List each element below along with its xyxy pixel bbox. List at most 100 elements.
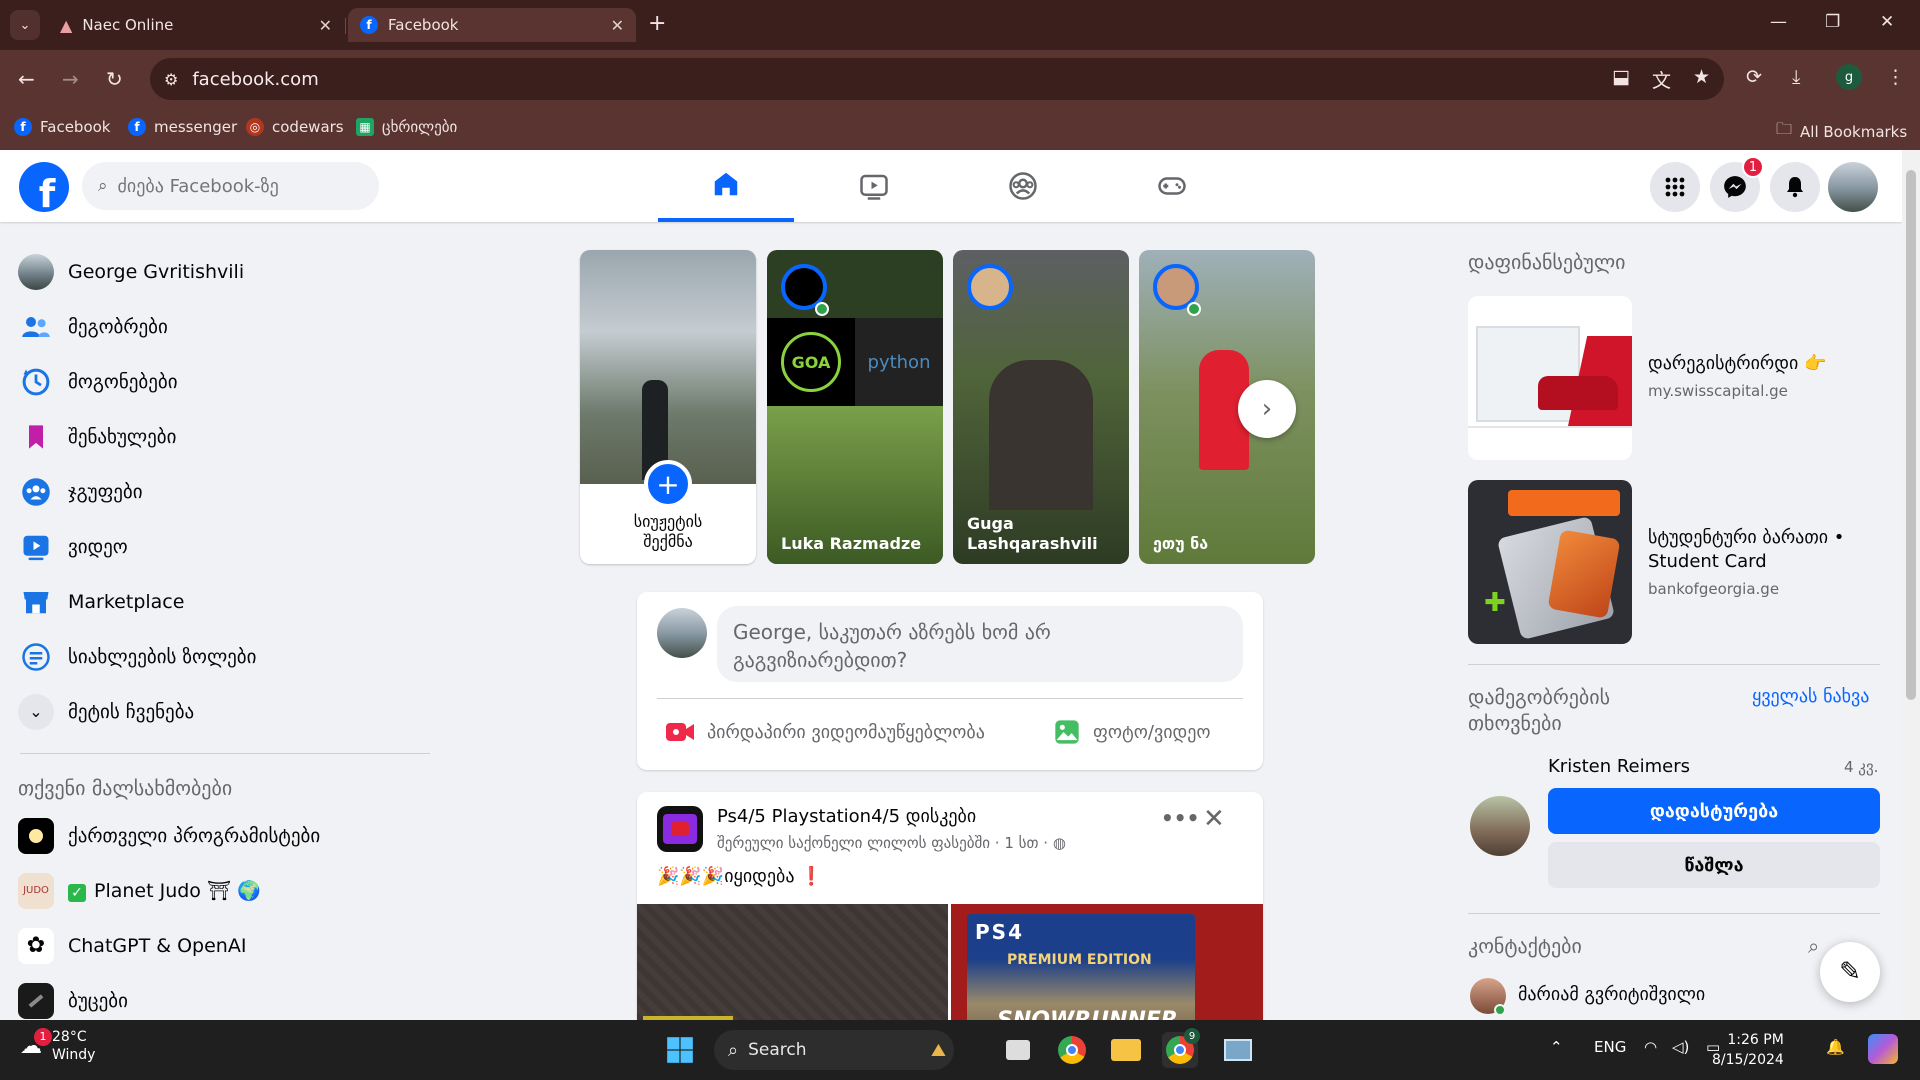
tab-video[interactable] bbox=[806, 150, 942, 222]
app-window-icon[interactable] bbox=[1220, 1032, 1256, 1068]
bell-icon bbox=[1787, 177, 1803, 198]
tab-naec-online[interactable]: ▲ Naec Online ✕ bbox=[48, 8, 344, 42]
sidebar-item-feeds[interactable]: სიახლეების ზოლები bbox=[18, 629, 433, 684]
minimize-icon[interactable]: — bbox=[1770, 12, 1787, 32]
tab-search-button[interactable]: ⌄ bbox=[10, 10, 40, 40]
bookmark-star-icon[interactable]: ★ bbox=[1693, 66, 1710, 93]
notifications-button[interactable] bbox=[1770, 162, 1820, 212]
taskbar-search[interactable]: ⌕ Search ⛰ bbox=[714, 1030, 954, 1070]
tab-home[interactable] bbox=[658, 150, 794, 222]
delete-request-button[interactable]: წაშლა bbox=[1548, 842, 1880, 888]
sidebar-item-see-more[interactable]: ⌄ მეტის ჩვენება bbox=[18, 684, 433, 739]
create-story-card[interactable]: + სიუჟეტის შექმნა bbox=[580, 250, 756, 564]
requester-name[interactable]: Kristen Reimers bbox=[1548, 756, 1690, 777]
start-button[interactable] bbox=[662, 1032, 698, 1068]
close-icon[interactable]: ✕ bbox=[1203, 804, 1225, 834]
sidebar-item-friends[interactable]: მეგობრები bbox=[18, 299, 433, 354]
shortcut-item[interactable]: ✿ ChatGPT & OpenAI bbox=[18, 918, 433, 973]
close-tab-icon[interactable]: ✕ bbox=[611, 16, 624, 35]
messenger-button[interactable]: 1 bbox=[1710, 156, 1764, 212]
restore-icon[interactable]: ❐ bbox=[1825, 12, 1840, 32]
tab-facebook[interactable]: f Facebook ✕ bbox=[348, 8, 636, 42]
clock[interactable]: 1:26 PM 8/15/2024 bbox=[1712, 1030, 1784, 1070]
copilot-icon[interactable] bbox=[1868, 1034, 1898, 1064]
facebook-search[interactable]: ⌕ bbox=[82, 162, 379, 210]
sidebar-item-profile[interactable]: George Gvritishvili bbox=[18, 244, 433, 299]
close-tab-icon[interactable]: ✕ bbox=[319, 16, 332, 35]
new-tab-button[interactable]: + bbox=[648, 11, 666, 36]
wifi-icon[interactable]: ◠ bbox=[1644, 1038, 1657, 1056]
sponsored-ad[interactable]: დარეგისტრირდი 👉 my.swisscapital.ge bbox=[1468, 296, 1880, 460]
sidebar-item-saved[interactable]: შენახულები bbox=[18, 409, 433, 464]
facebook-logo[interactable]: f bbox=[19, 162, 69, 212]
browser-profile-avatar[interactable]: g bbox=[1836, 64, 1862, 90]
tab-gaming[interactable] bbox=[1104, 150, 1240, 222]
sidebar-item-memories[interactable]: მოგონებები bbox=[18, 354, 433, 409]
story-card[interactable]: Guga Lashqarashvili bbox=[953, 250, 1129, 564]
translate-icon[interactable]: 文 bbox=[1652, 66, 1671, 93]
bookmark-facebook[interactable]: f Facebook bbox=[14, 118, 110, 136]
reload-icon[interactable]: ↻ bbox=[106, 67, 123, 91]
bookmark-codewars[interactable]: ◎ codewars bbox=[246, 118, 344, 136]
group-avatar[interactable] bbox=[657, 806, 703, 852]
stories-tray: + სიუჟეტის შექმნა GOA python Luka Razmad… bbox=[580, 250, 1315, 564]
back-icon[interactable]: ← bbox=[18, 67, 35, 91]
chrome-icon[interactable] bbox=[1054, 1032, 1090, 1068]
weather-icon: ☁ 1 bbox=[20, 1027, 52, 1059]
friends-icon bbox=[18, 309, 54, 345]
sidebar-item-groups[interactable]: ჯგუფები bbox=[18, 464, 433, 519]
contact-name[interactable]: მარიამ გვრიტიშვილი bbox=[1518, 984, 1705, 1005]
notification-bell-icon[interactable]: 🔔 bbox=[1826, 1038, 1845, 1056]
menu-grid-button[interactable] bbox=[1650, 162, 1700, 212]
new-message-button[interactable]: ✎ bbox=[1820, 942, 1880, 1002]
page-scrollbar[interactable] bbox=[1902, 150, 1920, 1020]
post-group-name[interactable]: Ps4/5 Playstation4/5 დისკები bbox=[717, 806, 976, 827]
shortcut-item[interactable]: JUDO ✓ Planet Judo ⛩ 🌍 bbox=[18, 863, 433, 918]
avatar[interactable] bbox=[657, 608, 707, 658]
post-time[interactable]: 1 სთ bbox=[1004, 834, 1038, 852]
sidebar-item-video[interactable]: ვიდეო bbox=[18, 519, 433, 574]
sidebar-item-marketplace[interactable]: Marketplace bbox=[18, 574, 433, 629]
sponsored-ad[interactable]: ✚ სტუდენტური ბარათი • Student Card banko… bbox=[1468, 480, 1880, 644]
file-explorer-icon[interactable] bbox=[1108, 1032, 1144, 1068]
post-author[interactable]: შერეული საქონელი ლილოს ფასებში bbox=[717, 834, 990, 852]
video-icon bbox=[860, 174, 888, 200]
forward-icon[interactable]: → bbox=[62, 67, 79, 91]
photo-video-button[interactable]: ფოტო/ვიდეო bbox=[1053, 710, 1211, 754]
volume-icon[interactable]: ◁) bbox=[1672, 1038, 1689, 1056]
live-video-button[interactable]: პირდაპირი ვიდეომაუწყებლობა bbox=[665, 710, 985, 754]
avatar[interactable] bbox=[1470, 796, 1530, 856]
chrome-profile-icon[interactable]: 9 bbox=[1162, 1028, 1200, 1068]
stories-next-button[interactable]: › bbox=[1238, 380, 1296, 438]
story-card[interactable]: GOA python Luka Razmadze bbox=[767, 250, 943, 564]
search-icon[interactable]: ⌕ bbox=[1808, 934, 1819, 958]
see-all-link[interactable]: ყველას ნახვა bbox=[1752, 686, 1869, 707]
browser-tab-strip: ⌄ ▲ Naec Online ✕ f Facebook ✕ + — ❐ ✕ bbox=[0, 0, 1920, 50]
bookmark-messenger[interactable]: f messenger bbox=[128, 118, 237, 136]
extensions-icon[interactable]: ⟳ bbox=[1746, 66, 1762, 88]
all-bookmarks[interactable]: 🗀 All Bookmarks bbox=[1776, 118, 1907, 145]
plus-icon[interactable]: + bbox=[644, 460, 692, 508]
chevron-up-icon[interactable]: ⌃ bbox=[1550, 1038, 1563, 1056]
confirm-request-button[interactable]: დადასტურება bbox=[1548, 788, 1880, 834]
address-bar[interactable]: ⚙ facebook.com ⬓ 文 ★ bbox=[150, 58, 1724, 100]
tab-groups[interactable] bbox=[955, 150, 1091, 222]
sidebar-item-label: მოგონებები bbox=[68, 370, 178, 393]
more-options-icon[interactable]: ••• bbox=[1161, 806, 1199, 830]
marketplace-icon bbox=[18, 584, 54, 620]
browser-menu-icon[interactable]: ⋮ bbox=[1886, 66, 1905, 88]
close-window-icon[interactable]: ✕ bbox=[1880, 12, 1894, 32]
account-avatar[interactable] bbox=[1828, 162, 1878, 212]
task-view-icon[interactable] bbox=[1000, 1032, 1036, 1068]
bookmark-sheets[interactable]: ▦ ცხრილები bbox=[356, 118, 457, 136]
language-indicator[interactable]: ENG bbox=[1594, 1038, 1626, 1056]
install-app-icon[interactable]: ⬓ bbox=[1612, 66, 1630, 93]
shortcut-item[interactable]: ქართველი პროგრამისტები bbox=[18, 808, 433, 863]
scrollbar-thumb[interactable] bbox=[1906, 170, 1916, 700]
download-icon[interactable]: ⤓ bbox=[1792, 66, 1800, 88]
composer-input[interactable]: George, საკუთარ აზრებს ხომ არ გაგვიზიარე… bbox=[717, 606, 1243, 682]
weather-widget[interactable]: ☁ 1 28°C Windy bbox=[20, 1027, 95, 1064]
search-input[interactable] bbox=[117, 175, 338, 197]
story-image bbox=[580, 250, 756, 484]
site-info-icon[interactable]: ⚙ bbox=[164, 70, 178, 89]
